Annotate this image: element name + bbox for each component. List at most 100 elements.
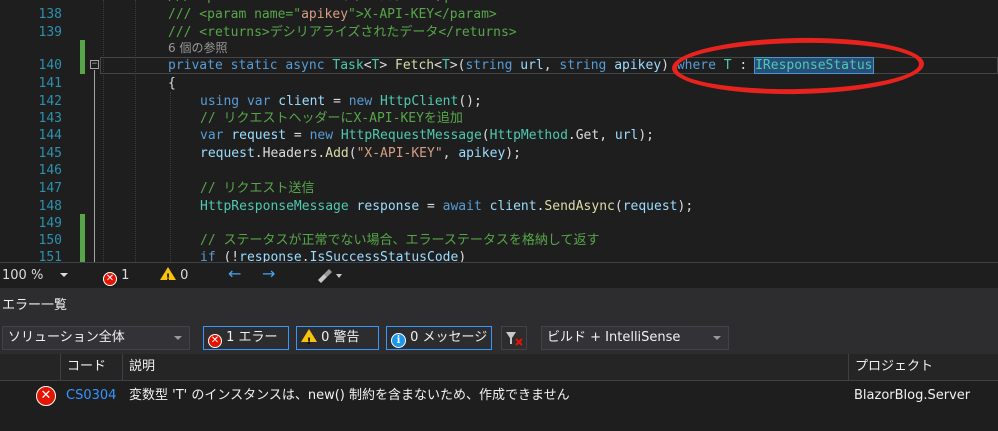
filter-funnel-button[interactable]: [501, 326, 527, 350]
chevron-down-icon[interactable]: [60, 273, 68, 277]
code-token: (: [614, 199, 623, 214]
line-number: 143: [38, 111, 62, 126]
code-token: /// <param name=": [168, 7, 302, 22]
code-token: apikey: [301, 7, 349, 22]
warnings-filter-label: 0 警告: [321, 330, 360, 345]
code-line[interactable]: /// <param name="apikey">X-API-KEY</para…: [168, 6, 497, 24]
column-header-code[interactable]: コード: [60, 354, 122, 380]
code-token: :: [731, 58, 756, 73]
warning-icon: [301, 329, 317, 353]
code-token: ): [661, 58, 677, 73]
code-token: T: [441, 58, 450, 73]
errors-filter-button[interactable]: ✕ 1 エラー: [203, 326, 289, 350]
code-line[interactable]: var request = new HttpRequestMessage(Htt…: [200, 127, 654, 145]
code-token: request: [200, 146, 255, 161]
code-token: (: [481, 128, 490, 143]
code-token: HttpMethod: [489, 128, 568, 143]
line-number: 139: [38, 25, 62, 40]
code-token: Add: [325, 146, 349, 161]
code-token: ">X-API-KEY</param>: [348, 7, 497, 22]
code-token: new: [348, 94, 381, 109]
line-number: 150: [38, 233, 62, 248]
reference-count-hint[interactable]: 6 個の参照: [168, 40, 227, 56]
code-token: ();: [458, 94, 482, 109]
code-token: "X-API-KEY": [356, 146, 443, 161]
code-line[interactable]: // リクエストヘッダーにX-API-KEYを追加: [200, 110, 463, 128]
navigate-back-icon[interactable]: ←: [228, 265, 241, 283]
scope-value: ソリューション全体: [8, 330, 125, 345]
code-token: );: [677, 199, 694, 214]
messages-filter-button[interactable]: i 0 メッセージ: [386, 326, 492, 350]
chevron-down-icon: [713, 336, 721, 340]
error-code-link[interactable]: CS0304: [66, 387, 116, 405]
fold-guide: [94, 70, 95, 262]
code-line[interactable]: {: [168, 75, 176, 93]
code-token: Fetch: [395, 58, 435, 73]
error-project: BlazorBlog.Server: [854, 388, 971, 403]
line-number: 146: [38, 163, 62, 178]
code-token: client: [278, 94, 326, 109]
empty-list-area: [0, 411, 998, 431]
code-token: where: [676, 58, 724, 73]
indent-guide: [170, 92, 171, 262]
code-token: >: [379, 58, 395, 73]
build-source-value: ビルド + IntelliSense: [547, 330, 681, 345]
selected-type-constraint[interactable]: IResponseStatus: [754, 57, 874, 74]
code-token: request: [622, 199, 678, 214]
code-token: IsSuccessStatusCode: [309, 250, 459, 262]
column-header-description[interactable]: 説明: [122, 354, 848, 380]
error-list-title: エラー一覧: [0, 294, 998, 318]
code-token: =: [286, 128, 310, 143]
code-line[interactable]: HttpResponseMessage response = await cli…: [200, 198, 693, 216]
code-token: string: [465, 58, 521, 73]
error-indicator[interactable]: ✕ 1: [103, 267, 129, 286]
method-signature: private static async Task<T> Fetch<T>(st…: [168, 58, 755, 73]
indent-guide: [103, 0, 104, 262]
code-token: .Get,: [567, 128, 615, 143]
code-token: if: [200, 250, 224, 262]
code-token: using var: [200, 94, 279, 109]
error-list-header: コード 説明 プロジェクト: [0, 354, 998, 381]
code-token: {: [168, 76, 176, 91]
code-editor[interactable]: 138 139 140 141 142 143 144 145 146 147 148 149 150 1…: [0, 0, 998, 262]
code-token: HttpResponseMessage: [200, 199, 349, 214]
code-line[interactable]: request.Headers.Add("X-API-KEY", apikey)…: [200, 145, 521, 163]
code-token: );: [505, 146, 521, 161]
warning-indicator[interactable]: 0: [160, 267, 188, 287]
collapse-toggle-icon[interactable]: −: [90, 60, 99, 69]
code-token: ): [458, 250, 467, 262]
code-token: new: [309, 128, 341, 143]
code-token: <: [363, 58, 372, 73]
code-token: Task: [332, 58, 364, 73]
code-line[interactable]: // リクエスト送信: [200, 180, 314, 198]
scope-dropdown[interactable]: ソリューション全体: [2, 326, 190, 350]
code-line[interactable]: if (!response.IsSuccessStatusCode): [200, 249, 466, 262]
column-header-icon[interactable]: [0, 354, 60, 380]
build-source-dropdown[interactable]: ビルド + IntelliSense: [541, 326, 729, 350]
line-number: 147: [38, 181, 62, 196]
code-token: var: [200, 128, 232, 143]
brush-icon[interactable]: [316, 266, 344, 290]
indent-guide: [135, 0, 136, 262]
code-token: // リクエストヘッダーにX-API-KEYを追加: [200, 111, 463, 126]
change-indicator: [80, 40, 85, 74]
zoom-level[interactable]: 100 %: [2, 267, 43, 285]
code-line[interactable]: private static async Task<T> Fetch<T>(st…: [168, 57, 874, 75]
line-number: 151: [38, 250, 62, 262]
navigate-forward-icon[interactable]: →: [262, 265, 275, 283]
line-number: 140: [38, 58, 62, 73]
code-token: string: [559, 58, 615, 73]
code-token: T: [723, 58, 732, 73]
table-row[interactable]: ✕ CS0304 変数型 'T' のインスタンスは、new() 制約を含まないた…: [0, 381, 998, 411]
code-token: =: [325, 94, 349, 109]
column-header-project[interactable]: プロジェクト: [848, 354, 998, 380]
errors-filter-label: 1 エラー: [226, 330, 278, 345]
warnings-filter-button[interactable]: 0 警告: [296, 326, 379, 353]
code-line[interactable]: // ステータスが正常でない場合、エラーステータスを格納して返す: [200, 232, 599, 250]
code-token: request: [231, 128, 287, 143]
code-line[interactable]: using var client = new HttpClient();: [200, 93, 482, 111]
code-token: apikey: [614, 58, 662, 73]
code-token: apikey: [458, 146, 506, 161]
code-token: ,: [442, 146, 459, 161]
